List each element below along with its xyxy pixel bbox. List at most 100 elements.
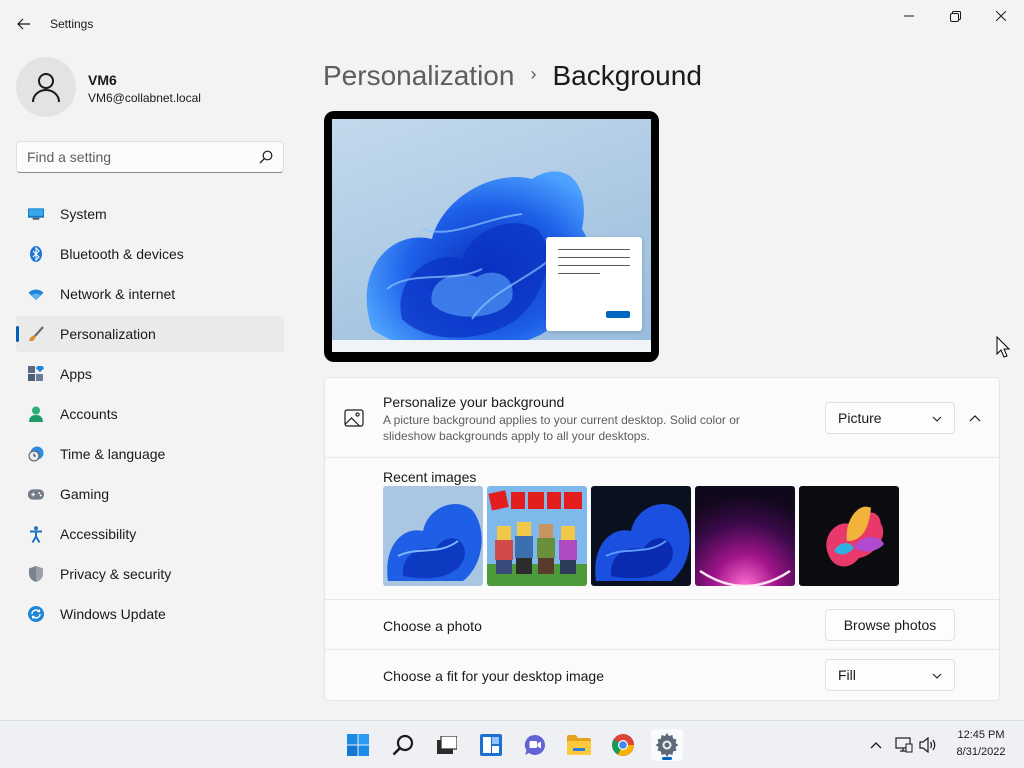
collapse-button[interactable] xyxy=(963,406,987,430)
person-icon xyxy=(28,406,44,422)
minimize-icon xyxy=(904,15,914,17)
recent-image-4[interactable] xyxy=(695,486,795,586)
brush-icon xyxy=(28,326,44,342)
sidebar-item-accounts[interactable]: Accounts xyxy=(16,396,284,432)
recent-images-section: Recent images xyxy=(325,458,999,600)
abstract-flower-thumbnail xyxy=(799,486,899,586)
sidebar-nav: System Bluetooth & devices Network & int… xyxy=(16,196,284,636)
restore-button[interactable] xyxy=(932,0,978,32)
background-type-dropdown[interactable]: Picture xyxy=(825,402,955,434)
close-button[interactable] xyxy=(978,0,1024,32)
recent-image-3[interactable] xyxy=(591,486,691,586)
sidebar-item-time-language[interactable]: Time & language xyxy=(16,436,284,472)
chevron-down-icon xyxy=(932,673,942,679)
sidebar-item-label: Personalization xyxy=(60,326,156,342)
breadcrumb-parent[interactable]: Personalization xyxy=(323,60,514,92)
chevron-up-icon xyxy=(870,742,882,749)
volume-icon xyxy=(919,737,936,753)
fit-value: Fill xyxy=(838,667,856,683)
recent-images-label: Recent images xyxy=(383,469,477,485)
preview-taskbar xyxy=(332,340,651,352)
show-hidden-icons-button[interactable] xyxy=(866,735,886,755)
monitor-icon xyxy=(28,206,44,222)
mouse-cursor-icon xyxy=(996,336,1010,358)
settings-taskbar-button[interactable] xyxy=(651,729,683,761)
search-icon[interactable] xyxy=(259,150,273,164)
accessibility-icon xyxy=(28,525,44,543)
sidebar-item-label: Privacy & security xyxy=(60,566,172,582)
sidebar-item-system[interactable]: System xyxy=(16,196,284,232)
background-type-value: Picture xyxy=(838,410,882,426)
sidebar-item-label: Apps xyxy=(60,366,92,382)
chat-icon xyxy=(524,734,545,755)
sidebar-item-network[interactable]: Network & internet xyxy=(16,276,284,312)
sidebar-item-label: Network & internet xyxy=(60,286,176,302)
clock-date[interactable]: 8/31/2022 xyxy=(950,746,1012,758)
sidebar-item-apps[interactable]: Apps xyxy=(16,356,284,392)
chrome-icon xyxy=(612,734,634,756)
settings-icon xyxy=(655,733,679,757)
taskbar-search-button[interactable] xyxy=(387,729,419,761)
network-status-button[interactable] xyxy=(894,735,914,755)
sidebar-item-personalization[interactable]: Personalization xyxy=(16,316,284,352)
apps-icon xyxy=(28,366,44,382)
recent-image-1[interactable] xyxy=(383,486,483,586)
chat-button[interactable] xyxy=(519,729,551,761)
choose-photo-row: Choose a photo Browse photos xyxy=(325,600,999,650)
picture-icon xyxy=(344,409,364,427)
bloom-dark-thumbnail xyxy=(591,486,691,586)
update-icon xyxy=(28,606,44,622)
close-icon xyxy=(996,11,1006,21)
roblox-thumbnail xyxy=(487,486,587,586)
recent-image-2[interactable] xyxy=(487,486,587,586)
breadcrumb-separator: › xyxy=(530,63,537,84)
widgets-button[interactable] xyxy=(475,729,507,761)
choose-fit-label: Choose a fit for your desktop image xyxy=(383,668,605,684)
taskbar: 12:45 PM 8/31/2022 xyxy=(0,720,1024,768)
personalize-background-row[interactable]: Personalize your background A picture ba… xyxy=(325,378,999,458)
sidebar-item-bluetooth[interactable]: Bluetooth & devices xyxy=(16,236,284,272)
task-view-button[interactable] xyxy=(431,729,463,761)
preview-window-mockup xyxy=(546,237,642,331)
recent-image-5[interactable] xyxy=(799,486,899,586)
volume-button[interactable] xyxy=(918,735,938,755)
desktop-preview xyxy=(324,111,659,362)
preview-wallpaper xyxy=(332,119,651,352)
bluetooth-icon xyxy=(28,246,44,262)
active-app-indicator xyxy=(662,757,672,760)
chrome-button[interactable] xyxy=(607,729,639,761)
clock-time[interactable]: 12:45 PM xyxy=(950,729,1012,741)
background-settings-card: Personalize your background A picture ba… xyxy=(324,377,1000,701)
file-explorer-button[interactable] xyxy=(563,729,595,761)
user-email: VM6@collabnet.local xyxy=(88,91,201,105)
background-description: A picture background applies to your cur… xyxy=(383,413,740,443)
sidebar-item-accessibility[interactable]: Accessibility xyxy=(16,516,284,552)
sidebar-item-label: Windows Update xyxy=(60,606,166,622)
sidebar-item-label: Bluetooth & devices xyxy=(60,246,184,262)
restore-icon xyxy=(949,10,961,22)
choose-fit-row: Choose a fit for your desktop image Fill xyxy=(325,650,999,700)
user-name: VM6 xyxy=(88,72,117,88)
wifi-icon xyxy=(28,286,44,302)
choose-photo-label: Choose a photo xyxy=(383,618,482,634)
sidebar-item-label: Time & language xyxy=(60,446,166,462)
app-title: Settings xyxy=(50,17,94,31)
sidebar-item-privacy-security[interactable]: Privacy & security xyxy=(16,556,284,592)
background-title: Personalize your background xyxy=(383,394,565,410)
search-input[interactable] xyxy=(17,142,247,172)
minimize-button[interactable] xyxy=(886,0,932,32)
back-button[interactable] xyxy=(12,12,36,36)
search-box[interactable] xyxy=(16,141,284,173)
browse-photos-button[interactable]: Browse photos xyxy=(825,609,955,641)
title-bar: Settings xyxy=(0,0,1024,48)
shield-icon xyxy=(28,566,44,582)
start-icon xyxy=(347,734,369,756)
purple-glow-thumbnail xyxy=(695,486,795,586)
sidebar-item-gaming[interactable]: Gaming xyxy=(16,476,284,512)
task-view-icon xyxy=(437,736,457,754)
fit-dropdown[interactable]: Fill xyxy=(825,659,955,691)
chevron-down-icon xyxy=(932,416,942,422)
sidebar-item-windows-update[interactable]: Windows Update xyxy=(16,596,284,632)
start-button[interactable] xyxy=(342,729,374,761)
avatar[interactable] xyxy=(16,57,76,117)
